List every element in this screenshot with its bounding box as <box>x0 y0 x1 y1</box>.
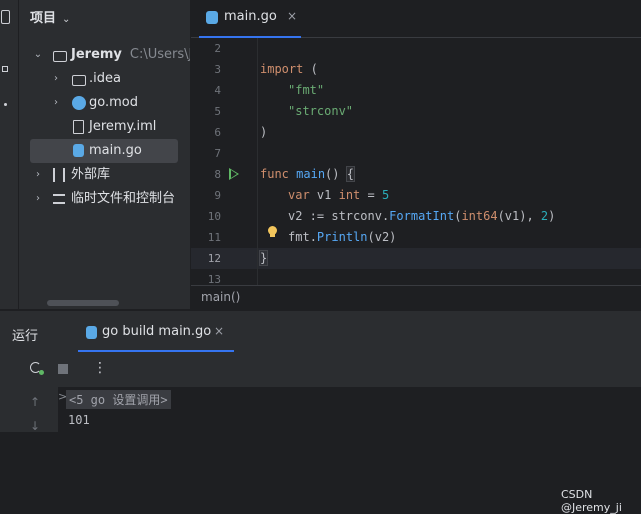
run-tab-label: go build main.go <box>102 324 212 339</box>
breadcrumb-bar: main() <box>191 285 641 309</box>
line-number: 4 <box>214 84 221 97</box>
editor-gutter[interactable]: 2 3 4 5 6 7 8 9 10 11 12 13 <box>191 38 257 286</box>
editor-tab-bar: main.go × <box>191 0 641 38</box>
tree-item-jeremy[interactable]: ⌄ Jeremy C:\Users\Jer <box>19 43 190 67</box>
project-panel-title: 项目 <box>30 11 57 26</box>
arrow-up-icon[interactable]: ↑ <box>30 395 40 409</box>
code-line-8[interactable]: func main() { <box>260 166 356 182</box>
run-tab-go-build[interactable]: go build main.go × <box>70 318 234 353</box>
console-output-line: 101 <box>68 413 90 427</box>
line-number: 3 <box>214 63 221 76</box>
project-tool-icon[interactable] <box>1 10 10 24</box>
code-line-4[interactable]: "fmt" <box>288 83 324 97</box>
line-number: 8 <box>214 168 221 181</box>
chevron-right-icon: › <box>36 169 40 180</box>
stop-icon[interactable] <box>58 364 68 374</box>
code-line-10[interactable]: v2 := strconv.FormatInt(int64(v1), 2) <box>288 209 555 223</box>
tree-item-scratches[interactable]: › 临时文件和控制台 <box>19 187 190 211</box>
code-line-12[interactable]: } <box>258 250 269 266</box>
folder-icon <box>53 51 67 62</box>
close-icon[interactable]: × <box>214 324 224 338</box>
code-line-6[interactable]: ) <box>260 125 267 139</box>
library-icon <box>53 168 65 182</box>
project-horizontal-scrollbar[interactable] <box>47 300 119 306</box>
go-file-icon <box>73 144 84 157</box>
line-number: 5 <box>214 105 221 118</box>
tool-window-strip <box>0 0 19 309</box>
run-panel: 运行 go build main.go × ⋮ ↑ ↓ > <5 go 设置调用… <box>0 310 641 514</box>
close-icon[interactable]: × <box>287 9 297 23</box>
tree-item-go-mod[interactable]: › go.mod <box>19 91 190 115</box>
line-number: 9 <box>214 189 221 202</box>
watermark: CSDN @Jeremy_ji <box>561 488 622 514</box>
tree-item-external-libraries[interactable]: › 外部库 <box>19 163 190 187</box>
console-folded-line[interactable]: <5 go 设置调用> <box>66 390 171 409</box>
run-panel-title: 运行 <box>12 329 39 344</box>
chevron-down-icon: ⌄ <box>33 49 43 60</box>
editor: main.go × 2 3 4 5 6 7 8 9 10 11 12 13 im… <box>191 0 641 309</box>
line-number-current: 12 <box>207 252 221 265</box>
tab-main-go[interactable]: main.go × <box>199 0 301 38</box>
scratch-icon <box>53 194 65 204</box>
tree-item-label: 外部库 <box>71 167 111 182</box>
go-file-icon <box>86 326 97 339</box>
line-number: 11 <box>207 231 221 244</box>
rerun-icon[interactable] <box>30 362 44 375</box>
chevron-right-icon: › <box>54 97 58 108</box>
code-line-9[interactable]: var v1 int = 5 <box>288 188 389 202</box>
current-line-highlight <box>191 248 641 269</box>
go-mod-icon <box>72 96 86 110</box>
folder-icon <box>72 75 86 86</box>
tree-item-label: Jeremy.iml <box>89 119 157 134</box>
tree-item-label: main.go <box>89 143 142 158</box>
chevron-right-icon: › <box>36 193 40 204</box>
project-panel-header[interactable]: 项目 ⌄ <box>30 9 70 29</box>
line-number: 10 <box>207 210 221 223</box>
tree-item-label: Jeremy <box>71 47 122 62</box>
lightbulb-icon[interactable] <box>267 226 277 238</box>
console-gutter: ↑ ↓ <box>18 387 58 433</box>
chevron-down-icon: ⌄ <box>62 14 71 25</box>
structure-tool-icon[interactable] <box>2 66 8 72</box>
gutter-separator <box>257 38 258 285</box>
more-options-icon[interactable]: ⋮ <box>93 360 107 376</box>
more-tools-icon[interactable] <box>4 103 7 106</box>
run-gutter-icon[interactable] <box>229 168 239 180</box>
code-line-3[interactable]: import ( <box>260 62 318 76</box>
tree-item-idea[interactable]: › .idea <box>19 67 190 91</box>
breadcrumb[interactable]: main() <box>201 290 240 304</box>
line-number: 6 <box>214 126 221 139</box>
run-toolbar: ⋮ <box>18 352 641 386</box>
code-line-11[interactable]: fmt.Println(v2) <box>288 230 396 244</box>
tree-item-label: 临时文件和控制台 <box>71 191 176 206</box>
code-line-5[interactable]: "strconv" <box>288 104 353 118</box>
tree-item-label: go.mod <box>89 95 138 110</box>
project-panel: 项目 ⌄ ⌄ Jeremy C:\Users\Jer › .idea › go.mo… <box>19 0 190 309</box>
tab-label: main.go <box>224 9 277 24</box>
tree-item-path: C:\Users\Jer <box>129 47 190 62</box>
console-output[interactable]: ↑ ↓ > <5 go 设置调用> 101 CSDN @Jeremy_ji <box>18 387 641 514</box>
tree-item-label: .idea <box>89 71 121 86</box>
line-number: 7 <box>214 147 221 160</box>
go-file-icon <box>206 11 218 24</box>
tree-item-jeremy-iml[interactable]: Jeremy.iml <box>19 115 190 139</box>
line-number: 2 <box>214 42 221 55</box>
chevron-right-icon: › <box>54 73 58 84</box>
iml-file-icon <box>73 120 84 134</box>
tree-item-main-go[interactable]: main.go <box>30 139 178 163</box>
